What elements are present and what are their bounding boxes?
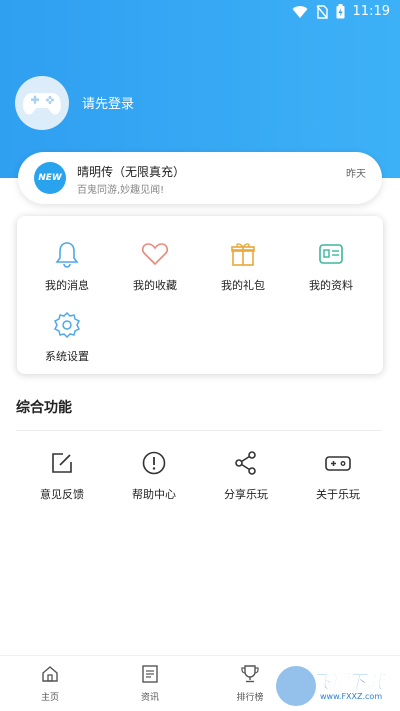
menu-label: 我的消息 — [45, 279, 89, 292]
watermark-text: 飞翔下载 — [312, 672, 385, 694]
func-item-about[interactable]: 关于乐玩 — [298, 450, 378, 502]
notice-time: 昨天 — [346, 169, 366, 180]
section-divider — [16, 430, 382, 431]
watermark-url: www.FXXZ.com — [320, 692, 383, 701]
edit-icon — [52, 453, 72, 473]
menu-label: 我的资料 — [309, 279, 353, 292]
menu-label: 我的收藏 — [133, 279, 177, 292]
gear-icon — [53, 311, 81, 339]
wifi-icon — [292, 5, 308, 18]
home-icon — [42, 666, 58, 682]
battery-icon — [336, 4, 345, 19]
watermark-circle — [276, 666, 316, 706]
tab-label: 主页 — [40, 693, 59, 703]
menu-item-gifts[interactable]: 我的礼包 — [203, 240, 283, 293]
news-icon — [142, 665, 158, 683]
notice-card[interactable]: NEW 晴明传（无限真充） 百鬼同游,妙趣见闻! 昨天 — [18, 152, 382, 204]
avatar[interactable] — [15, 76, 69, 130]
menu-item-settings[interactable]: 系统设置 — [27, 311, 107, 364]
notice-subtitle: 百鬼同游,妙趣见闻! — [77, 185, 165, 196]
menu-item-favorites[interactable]: 我的收藏 — [115, 240, 195, 293]
func-label: 关于乐玩 — [316, 488, 360, 501]
new-badge: NEW — [34, 162, 66, 194]
func-label: 帮助中心 — [132, 488, 176, 501]
quick-menu-card: 我的消息 我的收藏 我的礼包 我的资料 系统设置 — [17, 216, 383, 374]
no-sim-icon — [315, 4, 328, 19]
share-icon — [235, 451, 256, 475]
watermark-logo: 飞翔下载 www.FXXZ.com — [276, 664, 394, 708]
tab-label: 资讯 — [140, 693, 159, 703]
tab-news[interactable]: 资讯 — [120, 664, 180, 703]
login-prompt[interactable]: 请先登录 — [82, 93, 134, 112]
gamepad-avatar-icon — [23, 93, 61, 115]
menu-label: 我的礼包 — [221, 279, 265, 292]
gamepad-icon — [325, 456, 351, 471]
bell-icon — [55, 242, 79, 268]
func-item-feedback[interactable]: 意见反馈 — [22, 450, 102, 502]
alert-circle-icon — [142, 451, 166, 475]
notice-title: 晴明传（无限真充） — [77, 165, 186, 179]
func-label: 意见反馈 — [40, 488, 84, 501]
func-label: 分享乐玩 — [224, 488, 268, 501]
func-item-share[interactable]: 分享乐玩 — [206, 450, 286, 502]
profile-card-icon — [319, 244, 343, 264]
tab-ranking[interactable]: 排行榜 — [220, 664, 280, 703]
func-item-help[interactable]: 帮助中心 — [114, 450, 194, 502]
menu-item-profile[interactable]: 我的资料 — [291, 240, 371, 293]
tab-label: 排行榜 — [236, 693, 264, 703]
gift-icon — [231, 243, 255, 266]
status-time: 11:19 — [352, 4, 390, 19]
section-title: 综合功能 — [16, 400, 72, 416]
trophy-icon — [241, 665, 259, 683]
status-bar: 11:19 — [0, 0, 400, 24]
tab-home[interactable]: 主页 — [20, 664, 80, 703]
menu-label: 系统设置 — [45, 350, 89, 363]
heart-icon — [141, 243, 169, 266]
menu-item-messages[interactable]: 我的消息 — [27, 240, 107, 293]
